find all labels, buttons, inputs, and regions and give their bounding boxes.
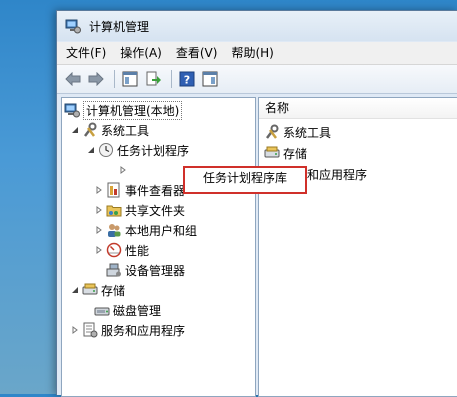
expand-triangle-icon[interactable] <box>70 325 80 335</box>
tree-item-label: 本地用户和组 <box>125 223 198 238</box>
tree-item-label: 服务和应用程序 <box>101 323 186 338</box>
expand-triangle-icon[interactable] <box>94 245 104 255</box>
tree-item-disk-management[interactable]: 磁盘管理 <box>94 301 161 319</box>
menu-help[interactable]: 帮助(H) <box>224 42 280 64</box>
tree-item-storage[interactable]: 存储 <box>70 281 125 299</box>
tools-icon <box>264 124 280 140</box>
tree-item-label: 事件查看器 <box>125 183 186 198</box>
tree-item-task-scheduler-library-expander[interactable] <box>118 161 130 179</box>
results-pane[interactable]: 名称 系统工具 存储 服务和应用程序 <box>258 97 457 397</box>
tree-item-label: 存储 <box>101 283 126 298</box>
tree-item-event-viewer[interactable]: 事件查看器 <box>94 181 185 199</box>
export-list-icon[interactable] <box>143 69 163 89</box>
clock-icon <box>98 142 114 158</box>
menu-action[interactable]: 操作(A) <box>113 42 169 64</box>
performance-icon <box>106 242 122 258</box>
computer-management-icon <box>65 18 81 34</box>
menu-view[interactable]: 查看(V) <box>169 42 225 64</box>
show-hide-action-pane-icon[interactable] <box>200 69 220 89</box>
collapse-triangle-icon[interactable] <box>86 145 96 155</box>
tree-item-label: 共享文件夹 <box>125 203 186 218</box>
show-hide-console-tree-icon[interactable] <box>120 69 140 89</box>
disk-management-icon <box>94 302 110 318</box>
tree-item-task-scheduler[interactable]: 任务计划程序 <box>86 141 189 159</box>
list-item-label: 系统工具 <box>283 125 332 140</box>
tree-item-label: 性能 <box>125 243 150 258</box>
svg-text:?: ? <box>184 74 190 87</box>
column-header-name[interactable]: 名称 <box>259 98 457 119</box>
expand-triangle-icon[interactable] <box>94 205 104 215</box>
toolbar: ? <box>57 65 457 94</box>
console-tree[interactable]: 计算机管理(本地) 系统工具 任务计划程序 事件查看器 共享文件夹 本地用户和组… <box>61 97 256 397</box>
computer-management-window: 计算机管理 文件(F) 操作(A) 查看(V) 帮助(H) ? 计算机管理(本地… <box>56 10 457 397</box>
shared-folder-icon <box>106 202 122 218</box>
tree-item-root[interactable]: 计算机管理(本地) <box>64 100 183 120</box>
tree-item-task-scheduler-library[interactable]: 任务计划程序库 <box>203 170 287 186</box>
tree-item-label: 磁盘管理 <box>113 303 162 318</box>
device-manager-icon <box>106 262 122 278</box>
expand-triangle-icon[interactable] <box>94 185 104 195</box>
list-item[interactable]: 存储 <box>264 144 307 162</box>
list-item-label: 存储 <box>283 146 308 161</box>
window-title: 计算机管理 <box>89 19 150 34</box>
services-icon <box>82 322 98 338</box>
collapse-triangle-icon[interactable] <box>70 285 80 295</box>
help-icon[interactable]: ? <box>177 69 197 89</box>
toolbar-separator <box>171 70 172 88</box>
tree-item-device-manager[interactable]: 设备管理器 <box>106 261 185 279</box>
event-viewer-icon <box>106 182 122 198</box>
computer-management-icon <box>64 102 80 118</box>
tree-item-local-users-groups[interactable]: 本地用户和组 <box>94 221 197 239</box>
title-bar[interactable]: 计算机管理 <box>57 11 457 41</box>
users-icon <box>106 222 122 238</box>
back-arrow-icon[interactable] <box>63 69 83 89</box>
expand-triangle-icon[interactable] <box>94 225 104 235</box>
tree-root-label: 计算机管理(本地) <box>83 100 183 120</box>
expand-triangle-icon[interactable] <box>118 165 128 175</box>
tree-item-label: 系统工具 <box>101 123 150 138</box>
storage-icon <box>264 145 280 161</box>
menu-bar: 文件(F) 操作(A) 查看(V) 帮助(H) <box>57 42 457 65</box>
toolbar-separator <box>114 70 115 88</box>
tree-item-label: 设备管理器 <box>125 263 186 278</box>
tree-item-services-apps[interactable]: 服务和应用程序 <box>70 321 185 339</box>
tools-icon <box>82 122 98 138</box>
tree-item-performance[interactable]: 性能 <box>94 241 149 259</box>
tree-item-label: 任务计划程序 <box>117 143 190 158</box>
list-item[interactable]: 系统工具 <box>264 123 331 141</box>
tree-item-shared-folders[interactable]: 共享文件夹 <box>94 201 185 219</box>
forward-arrow-icon[interactable] <box>86 69 106 89</box>
menu-file[interactable]: 文件(F) <box>59 42 113 64</box>
tree-item-system-tools[interactable]: 系统工具 <box>70 121 149 139</box>
collapse-triangle-icon[interactable] <box>70 125 80 135</box>
storage-icon <box>82 282 98 298</box>
